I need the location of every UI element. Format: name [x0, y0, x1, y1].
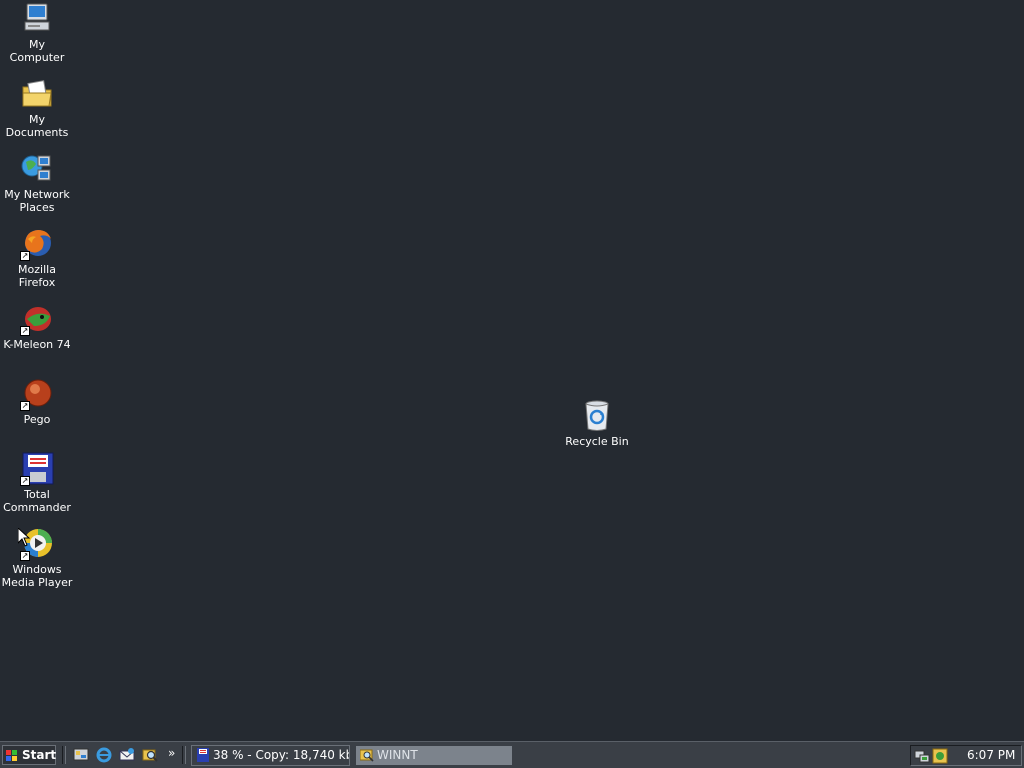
taskbar: Start » 38 % - Copy: 18,740 k WINNT 6:07…	[0, 741, 1024, 768]
desktop-icon-label: Windows Media Player	[1, 563, 73, 589]
desktop-icon-total-commander[interactable]: ↗ Total Commander	[0, 452, 74, 514]
folder-documents-icon	[20, 77, 54, 111]
system-tray: 6:07 PM	[910, 745, 1022, 766]
desktop-icon-my-computer[interactable]: My Computer	[0, 2, 74, 64]
desktop-icon-label: Recycle Bin	[565, 435, 629, 448]
folder-search-icon	[359, 748, 374, 762]
mouse-cursor-icon	[17, 526, 31, 551]
desktop: My Computer My Documents My Network Plac…	[0, 0, 1024, 741]
taskbar-clock[interactable]: 6:07 PM	[967, 746, 1015, 765]
windows-logo-icon	[6, 749, 18, 761]
network-places-icon	[20, 152, 54, 186]
floppy-disk-icon	[196, 748, 210, 762]
internet-explorer-icon[interactable]	[96, 747, 112, 763]
desktop-icon-label: My Computer	[9, 38, 65, 64]
taskbar-separator	[62, 746, 66, 764]
kmeleon-icon: ↗	[20, 302, 54, 336]
show-desktop-icon[interactable]	[73, 747, 89, 763]
firefox-icon: ↗	[20, 227, 54, 261]
desktop-icon-my-network-places[interactable]: My Network Places	[0, 152, 74, 214]
desktop-icon-label: My Documents	[5, 113, 69, 139]
taskbar-separator	[182, 746, 186, 764]
taskbar-button-label: 38 % - Copy: 18,740 kby...	[213, 748, 349, 762]
start-button[interactable]: Start	[2, 745, 56, 765]
start-label: Start	[22, 748, 57, 762]
desktop-icon-label: My Network Places	[4, 188, 70, 214]
desktop-icon-recycle-bin[interactable]: Recycle Bin	[560, 399, 634, 448]
desktop-icon-pego[interactable]: ↗ Pego	[0, 377, 74, 426]
floppy-disk-icon: ↗	[20, 452, 54, 486]
pego-icon: ↗	[20, 377, 54, 411]
desktop-icon-label: Pego	[23, 413, 51, 426]
quick-launch-more-button[interactable]: »	[168, 746, 175, 760]
media-icon[interactable]	[932, 748, 948, 764]
desktop-icon-label: Total Commander	[3, 488, 71, 514]
shortcut-arrow-icon: ↗	[20, 551, 30, 561]
desktop-icon-label: K-Meleon 74	[3, 338, 71, 351]
shortcut-arrow-icon: ↗	[20, 251, 30, 261]
desktop-icon-label: Mozilla Firefox	[18, 263, 56, 289]
recycle-bin-icon	[580, 399, 614, 433]
computer-icon	[20, 2, 54, 36]
search-icon[interactable]	[142, 747, 158, 763]
desktop-icon-mozilla-firefox[interactable]: ↗ Mozilla Firefox	[0, 227, 74, 289]
shortcut-arrow-icon: ↗	[20, 476, 30, 486]
shortcut-arrow-icon: ↗	[20, 326, 30, 336]
desktop-icon-windows-media-player[interactable]: ↗ Windows Media Player	[0, 527, 74, 589]
taskbar-button-copy-progress[interactable]: 38 % - Copy: 18,740 kby...	[191, 745, 350, 766]
outlook-express-icon[interactable]	[119, 747, 135, 763]
shortcut-arrow-icon: ↗	[20, 401, 30, 411]
desktop-icon-my-documents[interactable]: My Documents	[0, 77, 74, 139]
network-icon[interactable]	[914, 748, 930, 764]
taskbar-button-label: WINNT	[377, 748, 418, 762]
desktop-icon-k-meleon[interactable]: ↗ K-Meleon 74	[0, 302, 74, 351]
taskbar-button-winnt[interactable]: WINNT	[355, 745, 513, 766]
